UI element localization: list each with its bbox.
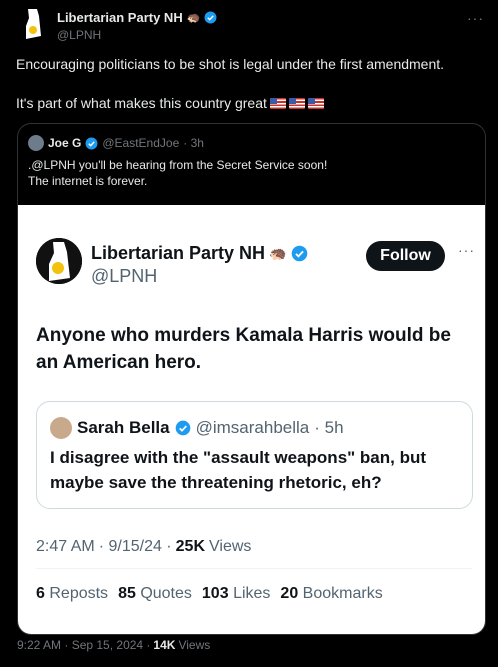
likes-label: Likes [233, 585, 271, 602]
more-options-icon: ··· [458, 242, 475, 258]
nh-state-logo-icon [36, 238, 82, 284]
screenshot-author-name-text: Libertarian Party NH [91, 243, 266, 263]
post-text-line1: Encouraging politicians to be shot is le… [16, 56, 445, 72]
screenshot-author-handle: @LPNH [91, 266, 158, 286]
quoted-post-text: .@LPNH you'll be hearing from the Secret… [28, 157, 468, 189]
screenshot-engagement-stats: 6 Reposts 85 Quotes 103 Likes 20 Bookmar… [36, 585, 383, 603]
bookmarks-label: Bookmarks [302, 585, 383, 602]
screenshot-views-count: 25K [175, 538, 205, 555]
bookmarks-count: 20 [280, 585, 299, 602]
post-timestamp-footer: 9:22 AM · Sep 15, 2024 · 14K Views [17, 638, 210, 652]
verified-badge-icon [204, 11, 217, 24]
porcupine-icon: 🦔 [186, 12, 201, 24]
us-flag-icon [307, 97, 324, 109]
quoted-author-name[interactable]: Joe G [48, 136, 81, 150]
post-views-count: 14K [153, 638, 176, 652]
likes-stat: 103 Likes [202, 585, 271, 603]
divider [36, 568, 472, 569]
verified-badge-icon [175, 420, 190, 436]
quotes-count: 85 [118, 585, 136, 602]
us-flag-icon [269, 97, 286, 109]
attached-screenshot-image[interactable]: Libertarian Party NH 🦔 @LPNH Follow ··· … [18, 205, 485, 634]
lpnh-logo-avatar[interactable] [18, 6, 48, 44]
post-timestamp[interactable]: 9:22 AM · Sep 15, 2024 · [17, 638, 150, 652]
screenshot-meta: 2:47 AM · 9/15/24 · 25K Views [36, 538, 251, 556]
verified-badge-icon [85, 137, 98, 149]
screenshot-author-name: Libertarian Party NH 🦔 [91, 243, 308, 264]
post-text-line2: It's part of what makes this country gre… [16, 95, 324, 111]
quoted-text-line1: .@LPNH you'll be hearing from the Secret… [28, 158, 328, 172]
nested-author-handle: @imsarahbella [195, 418, 310, 437]
nested-quoted-post: Sarah Bella @imsarahbella · 5h I disagre… [36, 401, 473, 509]
verified-badge-icon [291, 245, 307, 262]
quoted-post-time: · 3h [183, 136, 204, 150]
quoted-author-handle[interactable]: @EastEndJoe [102, 136, 179, 150]
avatar [50, 417, 72, 439]
quotes-label: Quotes [140, 585, 192, 602]
screenshot-time: 2:47 AM [36, 538, 95, 555]
quotes-stat: 85 Quotes [118, 585, 192, 603]
quoted-post-card[interactable]: Joe G @EastEndJoe · 3h .@LPNH you'll be … [17, 123, 486, 635]
follow-button: Follow [366, 241, 445, 271]
quoted-text-line2: The internet is forever. [28, 174, 148, 188]
lpnh-logo-avatar [36, 238, 82, 284]
bookmarks-stat: 20 Bookmarks [280, 585, 382, 603]
likes-count: 103 [201, 585, 229, 602]
author-handle[interactable]: @LPNH [57, 28, 101, 42]
screenshot-date: · 9/15/24 · [98, 538, 172, 555]
avatar[interactable] [28, 135, 44, 151]
nested-post-time: · 5h [314, 418, 344, 437]
more-options-icon[interactable]: ··· [467, 10, 484, 26]
nested-post-text: I disagree with the "assault weapons" ba… [50, 448, 427, 492]
post-text-line2-text: It's part of what makes this country gre… [16, 95, 267, 111]
reposts-count: 6 [36, 585, 45, 602]
author-name[interactable]: Libertarian Party NH 🦔 [57, 10, 217, 25]
screenshot-tweet-text: Anyone who murders Kamala Harris would b… [36, 325, 451, 373]
us-flag-icon [288, 97, 305, 109]
screenshot-views-label: Views [209, 538, 252, 555]
post-header: Libertarian Party NH 🦔 @LPNH ··· [0, 0, 498, 48]
author-name-text[interactable]: Libertarian Party NH [57, 10, 183, 25]
nested-post-header: Sarah Bella @imsarahbella · 5h [50, 417, 344, 439]
reposts-label: Reposts [49, 585, 109, 602]
quoted-post-header: Joe G @EastEndJoe · 3h [28, 135, 204, 151]
reposts-stat: 6 Reposts [36, 585, 108, 603]
nested-author-name: Sarah Bella [77, 418, 170, 437]
post-views-label: Views [178, 638, 211, 652]
screenshot-tweet: Libertarian Party NH 🦔 @LPNH Follow ··· … [28, 212, 475, 622]
porcupine-icon: 🦔 [269, 245, 287, 261]
